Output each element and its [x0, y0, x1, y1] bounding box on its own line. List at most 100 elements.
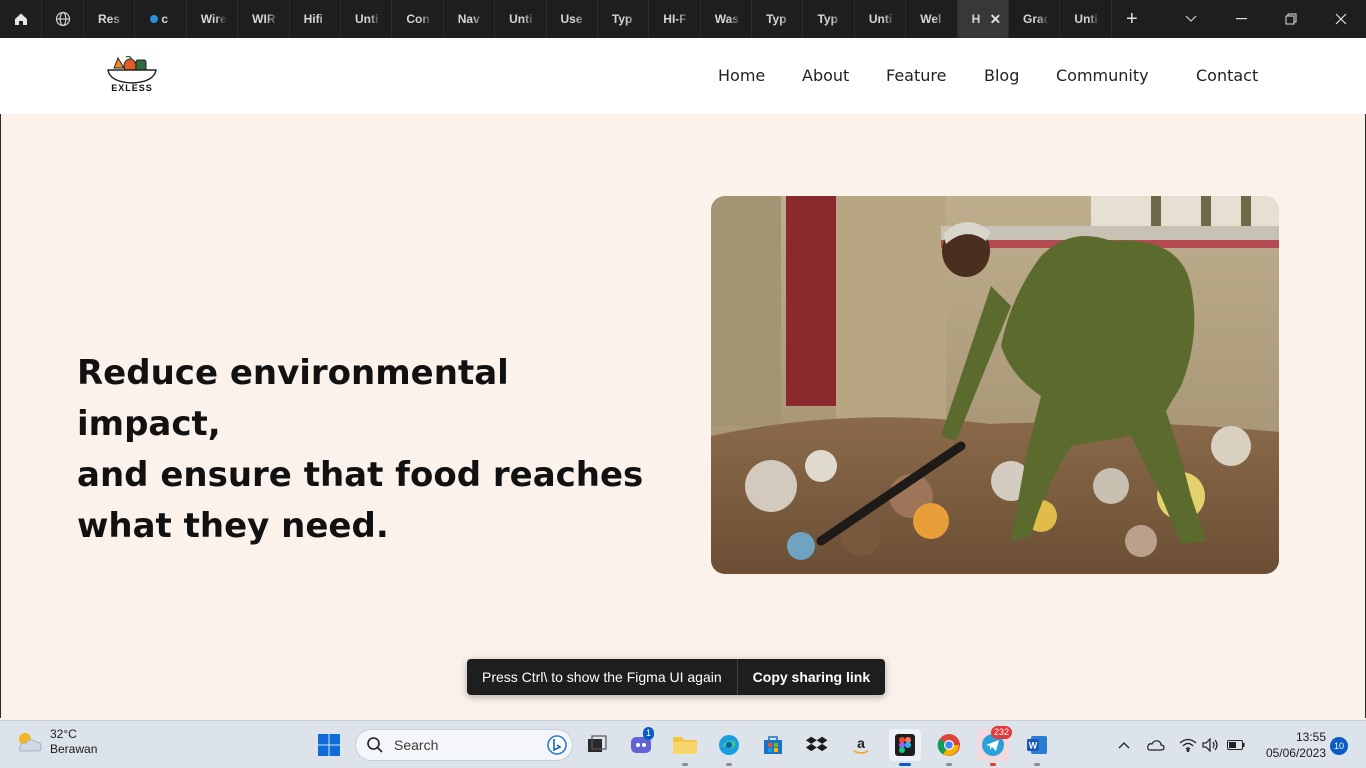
tab-label: Unti: [354, 12, 379, 26]
nav-community[interactable]: Community: [1056, 66, 1149, 85]
hero-title-line: what they need.: [77, 506, 389, 546]
edge-browser-icon[interactable]: [713, 729, 745, 766]
chevron-up-icon[interactable]: [1114, 735, 1134, 755]
close-icon[interactable]: [1316, 0, 1366, 38]
figma-tab[interactable]: Unti: [341, 0, 393, 38]
figma-tab[interactable]: Was: [701, 0, 753, 38]
nav-blog[interactable]: Blog: [984, 66, 1019, 85]
tab-label: Con: [406, 12, 430, 26]
figma-tab[interactable]: c: [135, 0, 187, 38]
grocery-bag-icon: [107, 55, 157, 84]
file-explorer-icon[interactable]: [669, 729, 701, 766]
microsoft-store-icon[interactable]: [757, 729, 789, 761]
weather-widget[interactable]: 32°C Berawan: [14, 727, 97, 757]
site-header: EXLESS Home About Feature Blog Community…: [0, 38, 1366, 114]
logo-wordmark: EXLESS: [111, 83, 153, 93]
system-clock[interactable]: 13:55 05/06/2023: [1258, 729, 1326, 761]
windows-taskbar: 32°C Berawan Search 1 a 232 W 13:55 05/0…: [0, 720, 1366, 768]
hero-image: [711, 196, 1279, 574]
nav-contact[interactable]: Contact: [1196, 66, 1258, 85]
tab-label: Grad: [1023, 12, 1050, 26]
restore-icon[interactable]: [1266, 0, 1316, 38]
nav-home[interactable]: Home: [718, 66, 765, 85]
running-indicator: [682, 763, 688, 766]
figma-tab[interactable]: WIR: [238, 0, 290, 38]
start-button[interactable]: [313, 729, 345, 761]
telegram-icon[interactable]: 232: [977, 726, 1013, 766]
exless-logo[interactable]: EXLESS: [104, 55, 160, 96]
running-indicator: [946, 763, 952, 766]
teams-chat-icon[interactable]: 1: [625, 727, 657, 761]
hero-section: Reduce environmental impact, and ensure …: [0, 114, 1366, 718]
tab-label: HI-F: [663, 12, 687, 26]
figma-tab-active[interactable]: H ✕: [957, 0, 1010, 38]
figma-tab[interactable]: Unti: [495, 0, 547, 38]
figma-tab[interactable]: Wire: [187, 0, 239, 38]
tab-label: Typ: [766, 12, 787, 26]
clock-date: 05/06/2023: [1265, 746, 1326, 760]
weather-temp: 32°C: [50, 727, 77, 741]
onedrive-icon[interactable]: [1146, 735, 1166, 755]
svg-text:a: a: [857, 735, 865, 751]
figma-tab[interactable]: Unti: [1060, 0, 1112, 38]
figma-tab[interactable]: Wel: [906, 0, 958, 38]
figma-tab[interactable]: Con: [392, 0, 444, 38]
teams-badge: 1: [643, 727, 655, 740]
telegram-badge: 232: [991, 726, 1013, 739]
weather-text: 32°C Berawan: [50, 727, 97, 757]
figma-tab[interactable]: Typ: [752, 0, 804, 38]
amazon-icon[interactable]: a: [845, 729, 877, 761]
figma-tab[interactable]: HI-F: [649, 0, 701, 38]
wifi-icon[interactable]: [1178, 735, 1198, 755]
word-icon[interactable]: W: [1021, 729, 1053, 766]
tab-label: Unti: [509, 12, 533, 26]
figma-toast: Press Ctrl\ to show the Figma UI again C…: [467, 659, 886, 695]
figma-tab[interactable]: Hifi: [290, 0, 341, 38]
tab-label: WIR: [252, 12, 276, 26]
windows-icon: [318, 734, 340, 756]
volume-icon[interactable]: [1201, 735, 1221, 755]
hero-title-line: Reduce environmental impact,: [77, 353, 509, 444]
figma-tab[interactable]: Grad: [1009, 0, 1061, 38]
bing-icon[interactable]: [546, 734, 568, 756]
globe-icon[interactable]: [42, 0, 84, 38]
chrome-icon[interactable]: [933, 729, 965, 766]
figma-tab[interactable]: Use: [547, 0, 598, 38]
dropbox-icon[interactable]: [801, 729, 833, 761]
figma-tab[interactable]: Typ: [803, 0, 855, 38]
search-placeholder: Search: [394, 737, 439, 753]
figma-tab[interactable]: Typ: [598, 0, 650, 38]
tab-label: Typ: [611, 12, 633, 26]
home-icon[interactable]: [0, 0, 42, 38]
tab-label: Nav: [457, 12, 480, 26]
toast-message: Press Ctrl\ to show the Figma UI again: [482, 669, 722, 685]
tab-label: Use: [560, 12, 583, 26]
nav-about[interactable]: About: [802, 66, 849, 85]
tab-label: c: [161, 12, 169, 26]
active-indicator: [899, 763, 911, 766]
nav-feature[interactable]: Feature: [886, 66, 946, 85]
hero-title: Reduce environmental impact, and ensure …: [77, 348, 657, 552]
weather-desc: Berawan: [50, 742, 98, 756]
minimize-icon[interactable]: [1216, 0, 1266, 38]
tab-label: Unti: [868, 12, 893, 26]
running-indicator: [726, 763, 732, 766]
clock-time: 13:55: [1295, 730, 1326, 744]
notification-badge[interactable]: 10: [1330, 737, 1348, 755]
task-view-icon[interactable]: [581, 729, 613, 761]
tab-label: Hifi: [303, 12, 323, 26]
running-indicator: [990, 763, 996, 766]
figma-app-icon[interactable]: [889, 729, 921, 766]
figma-tab[interactable]: Unti: [855, 0, 907, 38]
tab-close-icon[interactable]: ✕: [990, 11, 1004, 28]
figma-tab[interactable]: Res: [84, 0, 136, 38]
taskbar-search[interactable]: Search: [355, 729, 573, 761]
hero-title-line: and ensure that food reaches: [77, 455, 644, 495]
battery-icon[interactable]: [1226, 735, 1246, 755]
plus-icon[interactable]: +: [1112, 0, 1152, 38]
copy-sharing-link-button[interactable]: Copy sharing link: [738, 669, 885, 685]
figma-tab[interactable]: Nav: [444, 0, 496, 38]
photo-man-collecting-waste: [711, 196, 1279, 574]
chevron-down-icon[interactable]: [1166, 0, 1216, 38]
cloud-sun-icon: [19, 733, 42, 752]
